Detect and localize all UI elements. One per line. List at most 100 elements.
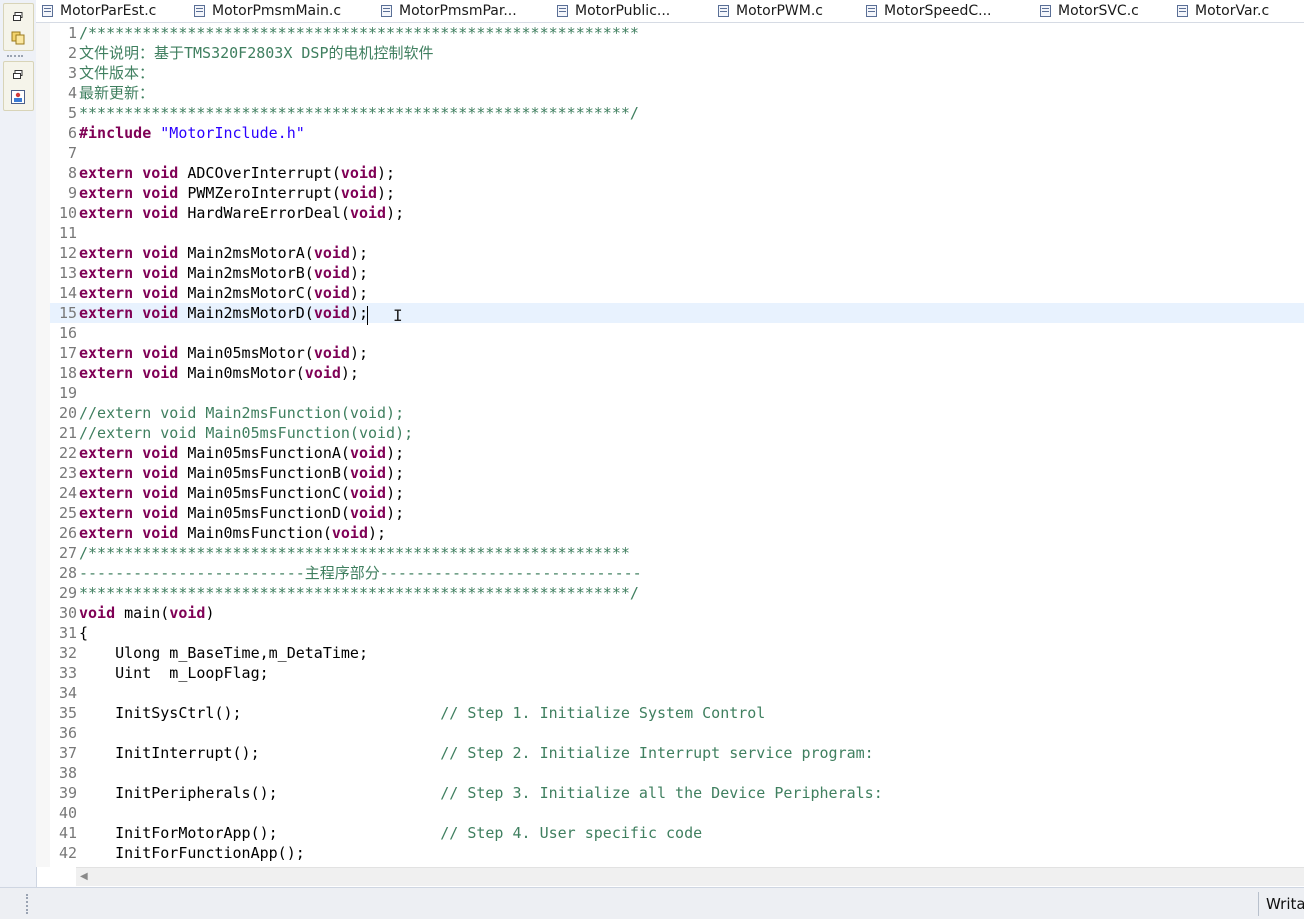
line-number: 23 [58,464,77,482]
tab-label: MotorSVC.c [1058,3,1139,19]
code-line[interactable]: 42 InitForFunctionApp(); [50,843,1304,863]
code-line[interactable]: 3 文件版本： [50,63,1304,83]
code-line[interactable]: 38 [50,763,1304,783]
code-line[interactable]: 12 extern void Main2msMotorA(void); [50,243,1304,263]
code-line[interactable]: 40 [50,803,1304,823]
code-token: Main2msMotorD( [178,304,314,322]
code-token: Main2msMotorB( [178,264,314,282]
tab-motorsvc[interactable]: MotorSVC.c [1040,0,1139,22]
line-number: 34 [58,684,77,702]
code-token: void [349,484,387,502]
line-text: extern void Main2msMotorC(void); [79,283,368,303]
code-token: extern [79,464,134,482]
code-line[interactable]: 6 #include "MotorInclude.h" [50,123,1304,143]
code-token: Main2msMotorA( [178,244,314,262]
code-token: main( [115,604,170,622]
line-number: 27 [58,544,77,562]
line-text: InitForFunctionApp(); [79,843,305,863]
code-line[interactable]: 2 文件说明：基于TMS320F2803X DSP的电机控制软件 [50,43,1304,63]
line-text: extern void Main05msFunctionC(void); [79,483,404,503]
code-line[interactable]: 35 InitSysCtrl(); // Step 1. Initialize … [50,703,1304,723]
restore-icon[interactable] [8,8,28,26]
code-line[interactable]: 18 extern void Main0msMotor(void); [50,363,1304,383]
code-token: extern [79,504,134,522]
code-line[interactable]: 5 ***************************************… [50,103,1304,123]
code-line[interactable]: 30 void main(void) [50,603,1304,623]
code-line[interactable]: 22 extern void Main05msFunctionA(void); [50,443,1304,463]
line-text: extern void Main2msMotorB(void); [79,263,368,283]
horizontal-scrollbar[interactable]: ◀ [76,867,1304,886]
code-line[interactable]: 36 [50,723,1304,743]
restore-icon[interactable] [8,66,28,84]
code-line[interactable]: 16 [50,323,1304,343]
scroll-left-icon[interactable]: ◀ [80,871,88,882]
code-line[interactable]: 23 extern void Main05msFunctionB(void); [50,463,1304,483]
tab-motorpwm[interactable]: MotorPWM.c [718,0,823,22]
tab-label: MotorSpeedC... [884,3,992,19]
code-line[interactable]: 13 extern void Main2msMotorB(void); [50,263,1304,283]
line-text: extern void Main05msFunctionA(void); [79,443,404,463]
line-text: extern void Main2msMotorD(void); [79,303,368,323]
code-line[interactable]: 25 extern void Main05msFunctionD(void); [50,503,1304,523]
code-token: void [169,604,206,622]
line-number: 17 [58,344,77,362]
code-line[interactable]: 24 extern void Main05msFunctionC(void); [50,483,1304,503]
code-line[interactable]: 8 extern void ADCOverInterrupt(void); [50,163,1304,183]
line-number: 6 [67,124,77,142]
code-line[interactable]: 37 InitInterrupt(); // Step 2. Initializ… [50,743,1304,763]
code-line[interactable]: 34 [50,683,1304,703]
code-line[interactable]: 7 [50,143,1304,163]
line-number: 42 [58,844,77,862]
code-token: void [142,284,179,302]
copy-files-icon[interactable] [8,29,28,47]
tab-motorparest[interactable]: MotorParEst.c [42,0,156,22]
code-line[interactable]: 11 [50,223,1304,243]
code-line[interactable]: 21//extern void Main05msFunction(void); [50,423,1304,443]
line-number: 35 [58,704,77,722]
code-token: InitForFunctionApp(); [79,844,305,862]
code-token: void [142,264,179,282]
tab-motorpmsmmain[interactable]: MotorPmsmMain.c [194,0,341,22]
code-line[interactable]: 1/**************************************… [50,23,1304,43]
code-token: void [304,364,341,382]
code-line[interactable]: 4 最新更新： [50,83,1304,103]
code-token: Main05msFunctionB( [178,464,350,482]
code-line[interactable]: 17 extern void Main05msMotor(void); [50,343,1304,363]
code-token: ****************************************… [79,584,639,602]
code-token: void [349,504,387,522]
code-line[interactable]: 28 -------------------------主程序部分--------… [50,563,1304,583]
code-token: extern [79,304,134,322]
code-line[interactable]: 39 InitPeripherals(); // Step 3. Initial… [50,783,1304,803]
code-token: /***************************************… [79,24,639,42]
editor-tab-bar: MotorParEst.c MotorPmsmMain.c MotorPmsmP… [36,0,1304,22]
line-text: extern void PWMZeroInterrupt(void); [79,183,395,203]
code-line[interactable]: 19 [50,383,1304,403]
code-token: void [349,204,387,222]
image-icon[interactable] [8,88,28,106]
line-number: 18 [58,364,77,382]
tab-motorvar[interactable]: MotorVar.c [1177,0,1269,22]
tab-motorpmsmpar[interactable]: MotorPmsmPar... [381,0,517,22]
tab-motorpublic[interactable]: MotorPublic... [557,0,670,22]
code-line[interactable]: 41 InitForMotorApp(); // Step 4. User sp… [50,823,1304,843]
code-line[interactable]: 33 Uint m_LoopFlag; [50,663,1304,683]
code-line[interactable]: 27/*************************************… [50,543,1304,563]
code-line[interactable]: 31{ [50,623,1304,643]
code-line[interactable]: 14 extern void Main2msMotorC(void); [50,283,1304,303]
code-line[interactable]: 15 extern void Main2msMotorD(void); [50,303,1304,323]
code-line[interactable]: 29 **************************************… [50,583,1304,603]
code-line[interactable]: 20//extern void Main2msFunction(void); [50,403,1304,423]
code-line[interactable]: 9 extern void PWMZeroInterrupt(void); [50,183,1304,203]
tab-motorspeedc[interactable]: MotorSpeedC... [866,0,991,22]
code-token: InitInterrupt(); [79,744,441,762]
code-line[interactable]: 10 extern void HardWareErrorDeal(void); [50,203,1304,223]
code-token: extern [79,344,134,362]
code-line[interactable]: 26 extern void Main0msFunction(void); [50,523,1304,543]
code-token: // Step 4. User specific code [440,824,703,842]
code-line[interactable]: 32 Ulong m_BaseTime,m_DetaTime; [50,643,1304,663]
toolbar-grip[interactable] [7,55,23,59]
